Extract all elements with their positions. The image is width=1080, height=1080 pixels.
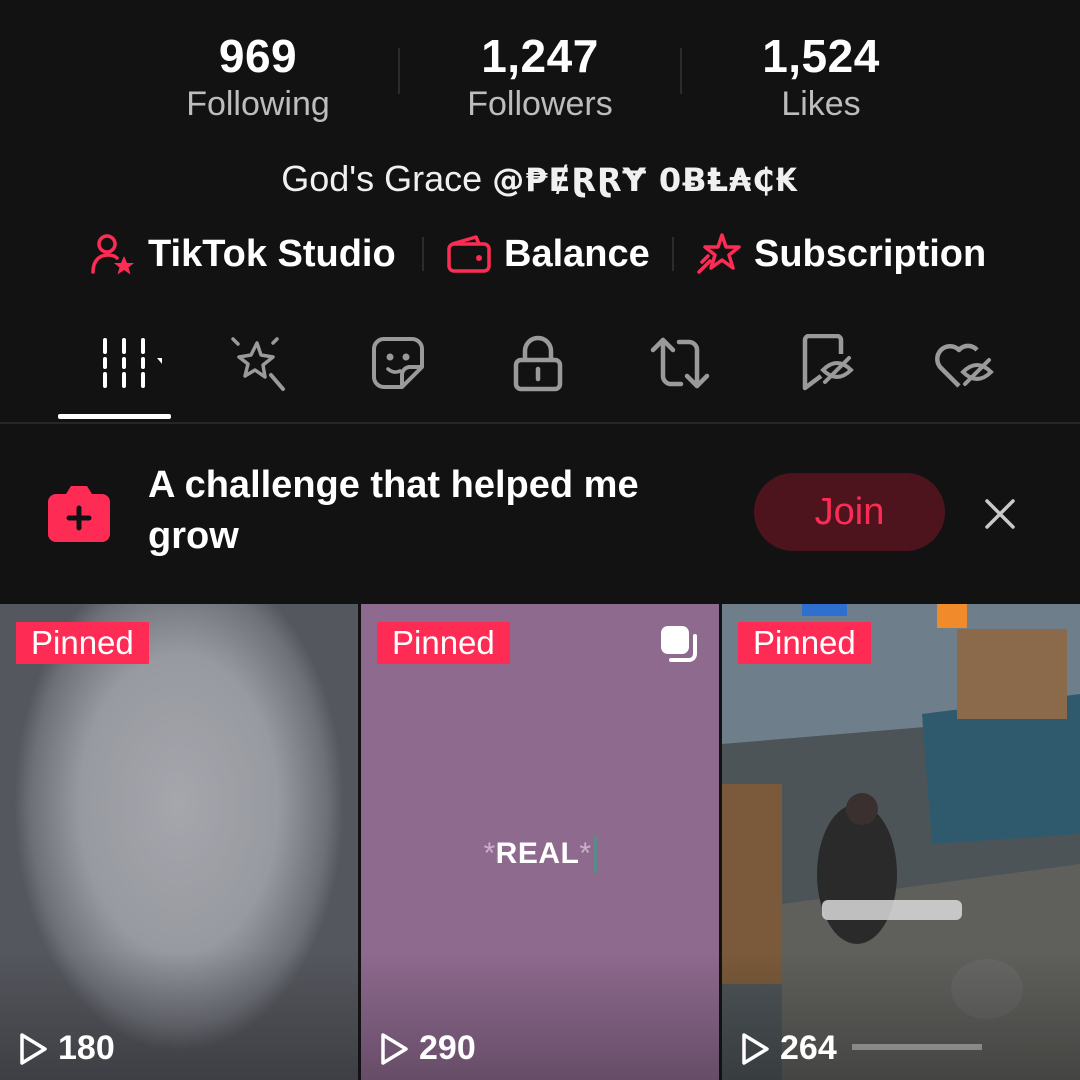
tiktok-studio-link[interactable]: TikTok Studio (90, 226, 396, 282)
join-button[interactable]: Join (754, 473, 945, 551)
followers-label: Followers (467, 85, 613, 123)
play-icon (381, 1032, 408, 1065)
pinned-badge: Pinned (738, 622, 871, 664)
profile-bio: God's Grace @₱ɆⱤⱤɎ 0ɃⱠ₳₵₭ (0, 156, 1080, 203)
video-thumbnail[interactable]: Pinned 180 (0, 604, 358, 1080)
magic-wand-icon (231, 337, 285, 391)
bio-mention[interactable]: @₱ɆⱤⱤɎ 0ɃⱠ₳₵₭ (492, 161, 799, 199)
lock-icon (513, 335, 563, 392)
likes-count: 1,524 (762, 30, 880, 82)
repost-icon (650, 337, 710, 389)
play-icon (20, 1032, 47, 1065)
tab-reposts[interactable] (620, 318, 740, 408)
tab-videos[interactable] (66, 318, 176, 408)
star-badge-icon (697, 233, 741, 274)
link-divider (672, 237, 674, 271)
video-thumbnail[interactable]: *REAL* Pinned 290 (361, 604, 719, 1080)
photo-carousel-icon (661, 626, 697, 662)
profile-links: TikTok Studio Balance Subscription (0, 226, 1080, 282)
bio-text: God's Grace (281, 158, 483, 199)
balance-link[interactable]: Balance (446, 226, 650, 282)
heart-hidden-icon (935, 343, 994, 388)
sticker-icon (372, 337, 424, 389)
tab-liked[interactable] (904, 318, 1024, 408)
active-tab-indicator (58, 414, 171, 419)
tiktok-studio-label: TikTok Studio (148, 232, 396, 275)
bookmark-hidden-icon (802, 334, 854, 391)
likes-stat[interactable]: 1,524 Likes (681, 30, 961, 124)
tab-effects[interactable] (197, 318, 317, 408)
following-stat[interactable]: 969 Following (118, 30, 398, 124)
view-count: 264 (740, 1029, 837, 1068)
person-star-icon (91, 234, 134, 275)
view-count-value: 290 (419, 1029, 476, 1067)
video-caption: *REAL* (361, 836, 719, 874)
challenge-add-icon (48, 486, 110, 542)
subscription-label: Subscription (754, 232, 987, 275)
wallet-icon (447, 235, 491, 273)
link-divider (422, 237, 424, 271)
balance-label: Balance (504, 232, 650, 275)
followers-stat[interactable]: 1,247 Followers (400, 30, 680, 124)
tab-favorites[interactable] (767, 318, 887, 408)
videos-grid-icon (103, 338, 162, 388)
view-count: 180 (18, 1029, 115, 1068)
challenge-banner[interactable]: A challenge that helped me grow Join (0, 424, 1080, 604)
profile-stats: 969 Following 1,247 Followers 1,524 Like… (0, 30, 1080, 130)
video-caption-text: REAL (495, 836, 580, 870)
followers-count: 1,247 (481, 30, 599, 82)
view-count: 290 (379, 1029, 476, 1068)
video-thumbnail[interactable]: Pinned 264 (722, 604, 1080, 1080)
subscription-link[interactable]: Subscription (696, 226, 986, 282)
tab-stickers[interactable] (338, 318, 458, 408)
close-banner-button[interactable] (978, 492, 1022, 536)
view-count-value: 264 (780, 1029, 837, 1067)
challenge-text: A challenge that helped me grow (148, 464, 639, 557)
view-count-value: 180 (58, 1029, 115, 1067)
play-icon (742, 1032, 769, 1065)
tab-private[interactable] (478, 318, 598, 408)
pinned-badge: Pinned (16, 622, 149, 664)
video-grid: Pinned 180 *REAL* Pinned 290 Pinned 264 (0, 604, 1080, 1080)
likes-label: Likes (781, 85, 861, 123)
pinned-badge: Pinned (377, 622, 510, 664)
close-icon (985, 499, 1015, 529)
profile-tabs (0, 318, 1080, 424)
following-count: 969 (218, 30, 298, 82)
following-label: Following (186, 85, 330, 123)
